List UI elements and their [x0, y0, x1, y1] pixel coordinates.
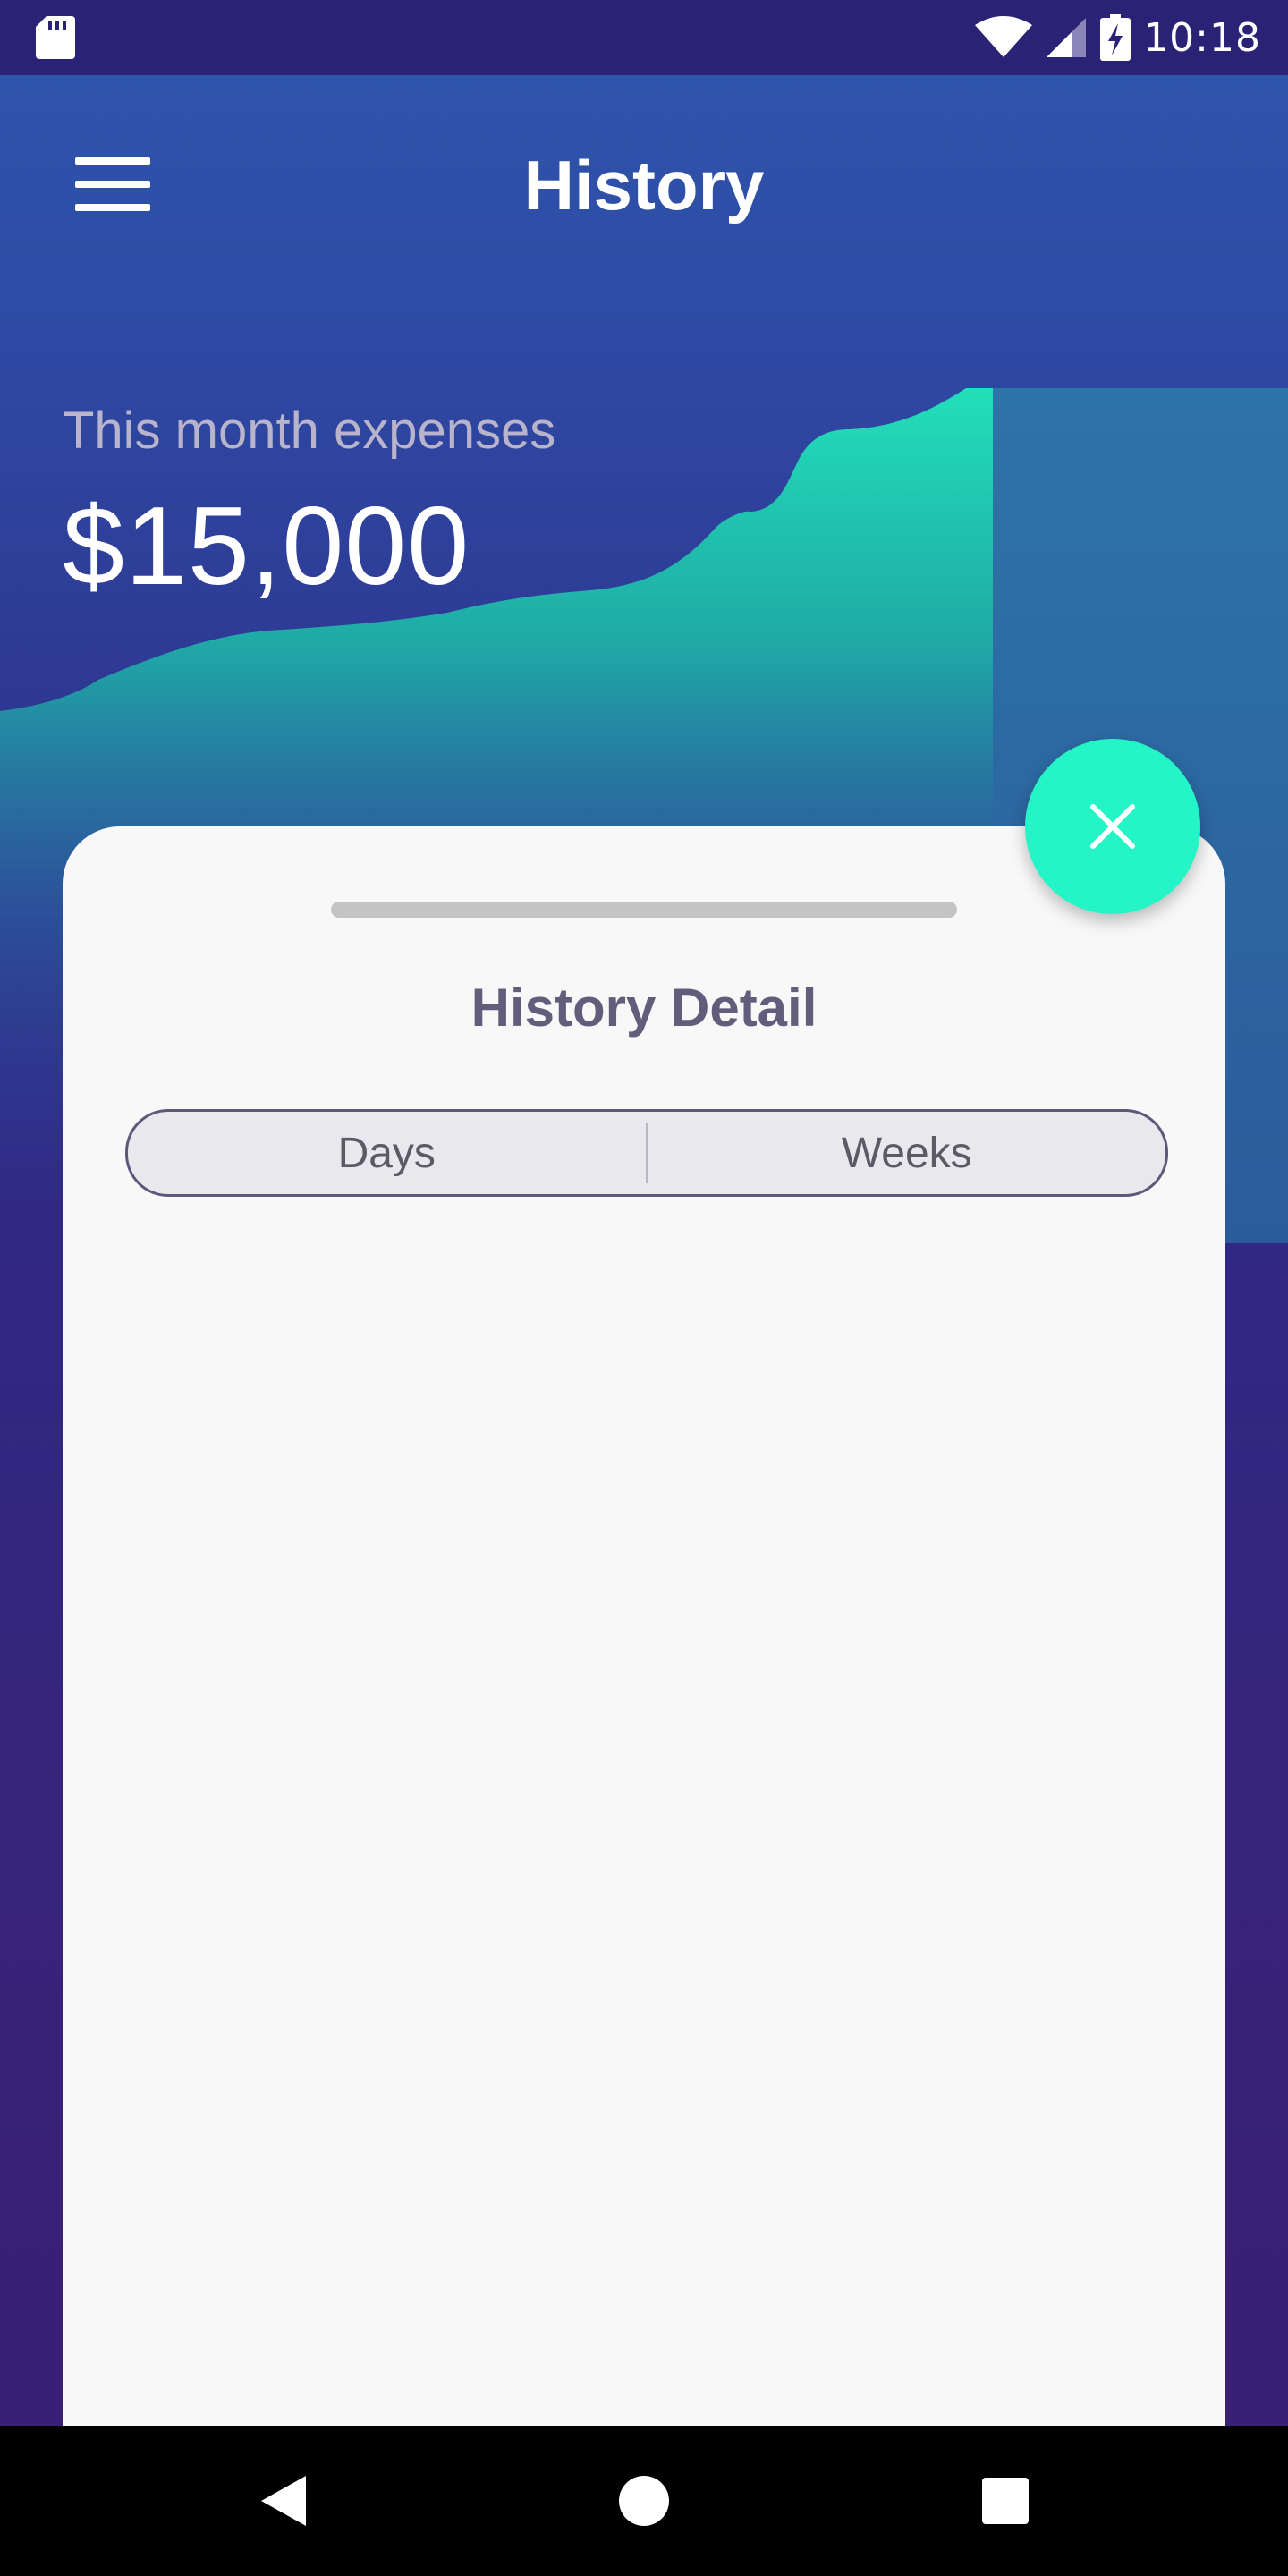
sd-card-icon — [36, 16, 75, 59]
expenses-amount: $15,000 — [63, 485, 470, 608]
back-icon — [261, 2476, 306, 2526]
home-icon — [619, 2476, 669, 2526]
close-icon — [1090, 804, 1135, 849]
battery-charging-icon — [1100, 14, 1131, 61]
close-button[interactable] — [1025, 739, 1200, 914]
tab-days[interactable]: Days — [128, 1112, 646, 1194]
status-bar: 10:18 — [0, 0, 1288, 75]
app-header: History — [0, 75, 1288, 308]
system-nav-bar — [0, 2426, 1288, 2576]
signal-icon — [1046, 18, 1087, 57]
status-time: 10:18 — [1143, 14, 1261, 61]
home-button[interactable] — [599, 2456, 689, 2546]
history-detail-sheet: History Detail Days Weeks — [63, 826, 1225, 2436]
drag-handle[interactable] — [331, 902, 957, 918]
tab-weeks[interactable]: Weeks — [648, 1112, 1166, 1194]
recents-button[interactable] — [961, 2456, 1050, 2546]
period-segmented-control: Days Weeks — [125, 1109, 1168, 1197]
expenses-label: This month expenses — [63, 402, 556, 460]
back-button[interactable] — [238, 2456, 327, 2546]
sheet-title: History Detail — [470, 978, 818, 1038]
status-icons: 10:18 — [975, 0, 1261, 75]
recents-icon — [982, 2478, 1029, 2524]
wifi-icon — [975, 16, 1033, 57]
page-title: History — [523, 146, 765, 225]
